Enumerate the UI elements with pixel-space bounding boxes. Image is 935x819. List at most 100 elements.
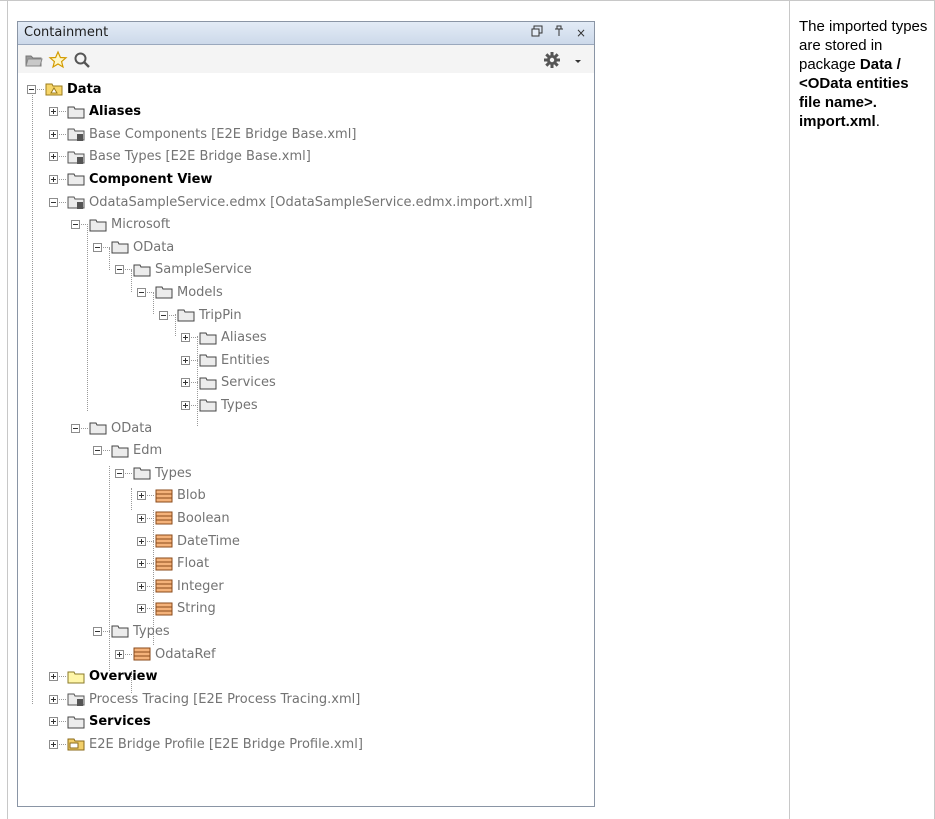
tree-connector [37,88,44,90]
tree-node[interactable]: Entities [181,349,270,371]
expand-icon[interactable] [49,152,58,162]
gear-icon [544,52,560,68]
tree-connector [59,156,66,158]
folder-icon [199,331,217,345]
tree-node-label: Integer [177,578,224,594]
expand-icon[interactable] [137,581,146,591]
expand-icon[interactable] [49,717,58,727]
close-button[interactable]: × [572,24,590,42]
collapse-icon[interactable] [27,84,36,94]
tree-node[interactable]: Services [181,372,276,394]
expand-icon[interactable] [181,355,190,365]
tree-connector [59,133,66,135]
tree-node-label: TripPin [199,307,242,323]
restore-window-button[interactable] [528,24,546,42]
expand-icon[interactable] [137,491,146,501]
tree-node[interactable]: Types [181,394,258,416]
collapse-icon[interactable] [137,287,146,297]
collapse-icon[interactable] [71,220,80,230]
tree-node[interactable]: Blob [137,485,206,507]
expand-icon[interactable] [181,378,190,388]
tree-node-label: Aliases [221,330,267,346]
tree-node[interactable]: OData [71,417,152,439]
collapse-icon[interactable] [71,423,80,433]
tree-node[interactable]: Types [93,620,170,642]
expand-icon[interactable] [137,604,146,614]
folder-icon [89,218,107,232]
tree-node[interactable]: OData [93,236,174,258]
tree-node-label: Blob [177,488,206,504]
expand-icon[interactable] [49,174,58,184]
expand-icon[interactable] [181,400,190,410]
search-icon [74,52,90,68]
tree-node-label: Types [155,465,192,481]
collapse-icon[interactable] [159,310,168,320]
expand-icon[interactable] [137,536,146,546]
expand-icon[interactable] [181,333,190,343]
class-icon [155,557,173,571]
collapse-icon[interactable] [93,626,102,636]
expand-icon[interactable] [137,513,146,523]
tree-connector [147,517,154,519]
tree-connector [125,269,132,271]
tree-node[interactable]: Overview [49,666,158,688]
tree-node-label: OdataSampleService.edmx [OdataSampleServ… [89,194,533,210]
tree-node[interactable]: DateTime [137,530,240,552]
tree-node[interactable]: Boolean [137,507,230,529]
tree-node[interactable]: Base Types [E2E Bridge Base.xml] [49,146,311,168]
tree-node[interactable]: Base Components [E2E Bridge Base.xml] [49,123,356,145]
folder-icon [199,376,217,390]
tree-node[interactable]: Services [49,711,151,733]
tree-node[interactable]: OdataSampleService.edmx [OdataSampleServ… [49,191,533,213]
expand-icon[interactable] [49,129,58,139]
pin-button[interactable] [550,24,568,42]
favorites-button[interactable] [48,50,68,70]
collapse-icon[interactable] [115,468,124,478]
expand-icon[interactable] [49,107,58,117]
tree-connector [81,427,88,429]
collapse-icon[interactable] [93,446,102,456]
folder-icon [199,353,217,367]
tree-node[interactable]: Types [115,462,192,484]
settings-dropdown-button[interactable] [568,50,588,70]
tree-connector [147,495,154,497]
tree-node[interactable]: Process Tracing [E2E Process Tracing.xml… [49,688,360,710]
tree-node[interactable]: Float [137,553,209,575]
expand-icon[interactable] [137,559,146,569]
open-folder-button[interactable] [24,50,44,70]
tree-connector [191,359,198,361]
folder-yellow-icon [67,670,85,684]
expand-icon[interactable] [49,694,58,704]
collapse-icon[interactable] [49,197,58,207]
tree-node[interactable]: Component View [49,168,212,190]
tree-node[interactable]: Models [137,281,223,303]
pin-icon [555,25,563,36]
tree-node-label: Process Tracing [E2E Process Tracing.xml… [89,691,361,707]
tree-node-label: Edm [133,443,163,459]
collapse-icon[interactable] [115,265,124,275]
tree-node[interactable]: Microsoft [71,214,170,236]
tree-connector [131,488,132,510]
tree-node[interactable]: E2E Bridge Profile [E2E Bridge Profile.x… [49,733,363,755]
tree-connector [87,226,88,411]
tree-node[interactable]: OdataRef [115,643,216,665]
tree-node[interactable]: SampleService [115,259,252,281]
tree-node[interactable]: Aliases [181,327,267,349]
tree-node[interactable]: Aliases [49,101,141,123]
collapse-icon[interactable] [93,242,102,252]
tree-node[interactable]: Edm [93,440,162,462]
tree-node[interactable]: String [137,598,216,620]
settings-button[interactable] [542,50,562,70]
tree-node-label: Boolean [177,510,230,526]
tree-connector [59,111,66,113]
expand-icon[interactable] [49,672,58,682]
tree-node[interactable]: TripPin [159,304,242,326]
tree-node-label: Base Components [E2E Bridge Base.xml] [89,126,357,142]
tree-node[interactable]: Data [27,78,102,100]
expand-icon[interactable] [49,739,58,749]
star-icon [48,50,68,69]
tree-node[interactable]: Integer [137,575,224,597]
search-button[interactable] [72,50,92,70]
tree-node-label: Microsoft [111,217,171,233]
expand-icon[interactable] [115,649,124,659]
